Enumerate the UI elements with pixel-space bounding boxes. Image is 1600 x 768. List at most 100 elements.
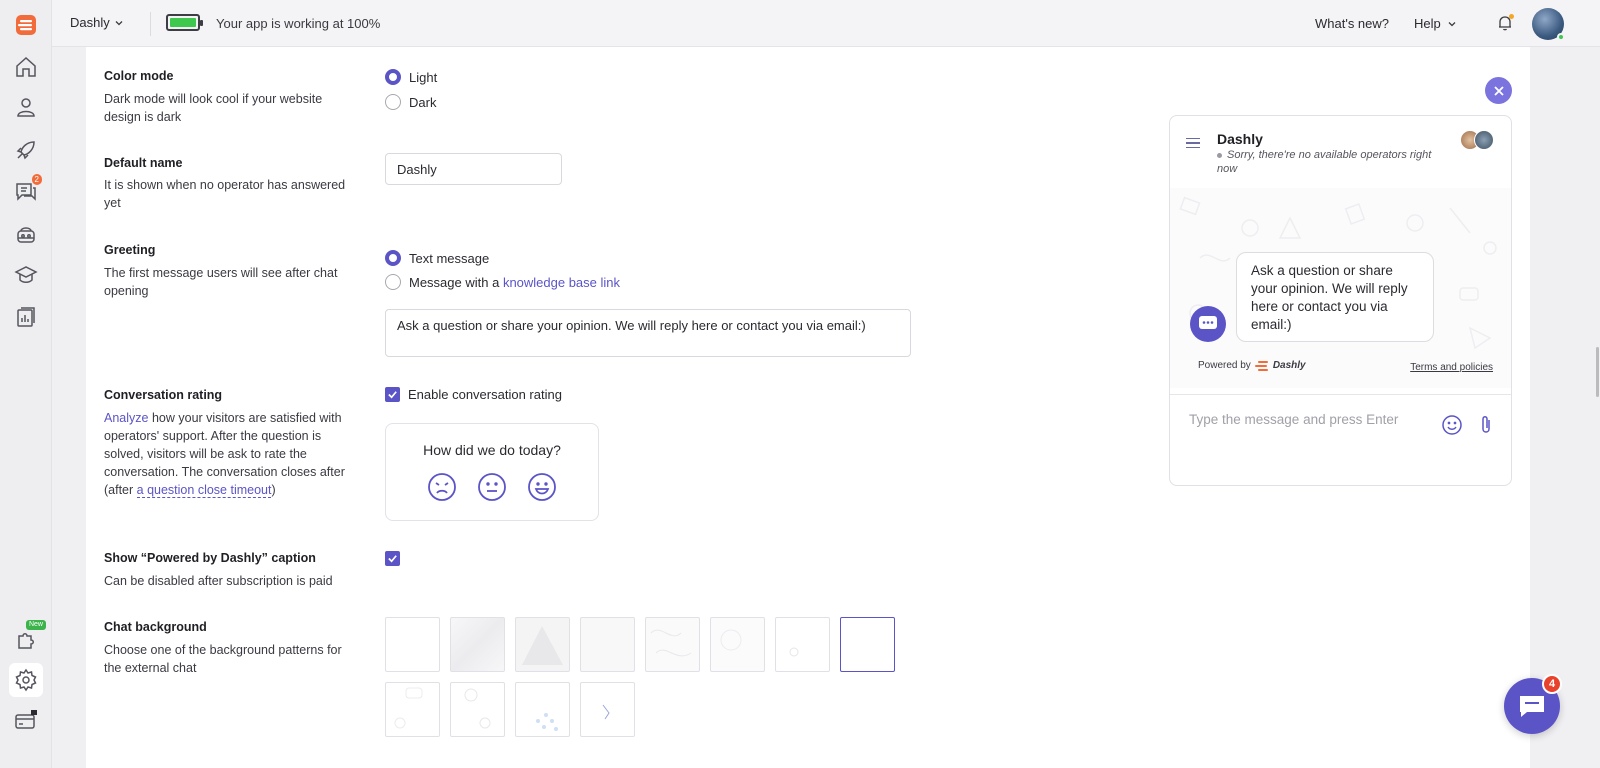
page-scrollbar[interactable] [1530, 47, 1600, 768]
conversations-icon[interactable]: 2 [12, 174, 42, 206]
text-message-label: Text message [409, 250, 490, 266]
greeting-kb-option[interactable]: Message with a knowledge base link [385, 274, 620, 290]
default-name-desc: It is shown when no operator has answere… [104, 178, 346, 210]
divider [150, 12, 151, 36]
user-avatar[interactable] [1532, 8, 1565, 41]
rocket-icon[interactable] [12, 136, 40, 164]
background-tile[interactable] [580, 617, 635, 672]
message-input[interactable]: Type the message and press Enter [1189, 412, 1398, 427]
unread-count-badge: 4 [1542, 674, 1562, 694]
powered-checkbox-row[interactable] [385, 551, 400, 566]
rating-title: Conversation rating [104, 388, 223, 402]
greeting-text-option[interactable]: Text message [385, 250, 489, 266]
radio-unselected[interactable] [385, 274, 401, 290]
chevron-down-icon [115, 20, 123, 25]
conversations-badge: 2 [31, 174, 42, 185]
dashly-logo[interactable] [13, 12, 39, 38]
notifications-bell-icon[interactable] [1496, 14, 1514, 32]
attachment-icon[interactable] [1475, 414, 1497, 436]
background-desc: Choose one of the background patterns fo… [104, 643, 342, 675]
checkbox-checked[interactable] [385, 387, 400, 402]
background-tile[interactable] [710, 617, 765, 672]
background-tile[interactable] [450, 617, 505, 672]
default-name-title: Default name [104, 156, 183, 170]
integrations-icon[interactable]: New [12, 620, 46, 654]
notification-dot [1509, 14, 1514, 19]
radio-unselected[interactable] [385, 94, 401, 110]
powered-desc: Can be disabled after subscription is pa… [104, 574, 333, 588]
radio-selected[interactable] [385, 250, 401, 266]
battery-icon [166, 14, 203, 31]
project-name: Dashly [70, 15, 110, 30]
chat-preview: Dashly Sorry, there're no available oper… [1169, 115, 1512, 486]
academy-icon[interactable] [12, 261, 40, 289]
background-tile[interactable] [515, 682, 570, 737]
analyze-link[interactable]: Analyze [104, 411, 148, 425]
users-icon[interactable] [12, 93, 40, 121]
chat-message-bubble: Ask a question or share your opinion. We… [1236, 252, 1434, 342]
greeting-title: Greeting [104, 243, 156, 257]
new-badge: New [25, 620, 46, 630]
emoji-icon[interactable] [1441, 414, 1463, 436]
background-tile[interactable] [645, 617, 700, 672]
bot-icon[interactable] [12, 220, 40, 248]
menu-icon[interactable] [1186, 138, 1200, 148]
kb-option-label: Message with a knowledge base link [409, 274, 621, 290]
close-preview-button[interactable] [1485, 77, 1512, 104]
knowledge-base-link[interactable]: knowledge base link [503, 275, 620, 290]
color-mode-title: Color mode [104, 69, 174, 83]
left-sidebar: 2 New [0, 0, 52, 768]
reports-icon[interactable] [12, 303, 40, 331]
dashly-logo-icon [1254, 360, 1268, 371]
enable-rating-label: Enable conversation rating [408, 387, 562, 402]
chat-header: Dashly Sorry, there're no available oper… [1170, 116, 1511, 188]
greeting-message-textarea[interactable]: Ask a question or share your opinion. We… [385, 309, 911, 357]
checkbox-checked[interactable] [385, 551, 400, 566]
background-tile-selected[interactable] [840, 617, 895, 672]
happy-face-icon [528, 473, 556, 501]
powered-by-caption: Powered by Dashly [1198, 360, 1306, 371]
radio-selected[interactable] [385, 69, 401, 85]
online-indicator [1557, 33, 1565, 41]
background-tile[interactable] [515, 617, 570, 672]
background-tile[interactable] [775, 617, 830, 672]
angry-face-icon [428, 473, 456, 501]
terms-link[interactable]: Terms and policies [1410, 362, 1493, 373]
operator-avatars [1460, 130, 1500, 152]
color-mode-dark-option[interactable]: Dark [385, 94, 436, 110]
close-timeout-link[interactable]: a question close timeout [136, 483, 272, 498]
whats-new-link[interactable]: What's new? [1315, 16, 1389, 31]
powered-title: Show “Powered by Dashly” caption [104, 551, 316, 565]
default-name-input[interactable]: Dashly [385, 153, 562, 185]
rating-preview-card: How did we do today? [385, 423, 599, 521]
background-tile[interactable] [385, 682, 440, 737]
greeting-desc: The first message users will see after c… [104, 266, 338, 298]
background-tile[interactable] [580, 682, 635, 737]
dark-label: Dark [409, 94, 437, 110]
chat-bot-icon [1190, 306, 1226, 342]
settings-icon[interactable] [9, 663, 43, 697]
top-bar: Dashly Your app is working at 100% What'… [52, 0, 1600, 47]
chat-launcher-button[interactable]: 4 [1504, 674, 1562, 734]
light-label: Light [409, 69, 438, 85]
chevron-down-icon [1448, 21, 1456, 26]
rating-faces [386, 472, 598, 502]
chat-bubble-icon [1520, 696, 1544, 717]
chat-divider [1170, 394, 1511, 395]
project-switcher[interactable]: Dashly [70, 15, 124, 30]
color-mode-light-option[interactable]: Light [385, 69, 437, 85]
settings-content: Color mode Dark mode will look cool if y… [86, 47, 1530, 768]
background-title: Chat background [104, 620, 207, 634]
neutral-face-icon [478, 473, 506, 501]
background-tile[interactable] [385, 617, 440, 672]
background-tile[interactable] [450, 682, 505, 737]
help-menu[interactable]: Help [1414, 16, 1457, 31]
operator-avatar [1474, 130, 1494, 150]
home-icon[interactable] [12, 53, 40, 81]
billing-icon[interactable] [12, 706, 40, 734]
chat-status: Sorry, there're no available operators r… [1217, 149, 1432, 175]
enable-rating-checkbox-row[interactable]: Enable conversation rating [385, 387, 562, 402]
scrollbar-thumb[interactable] [1596, 347, 1599, 397]
color-mode-desc: Dark mode will look cool if your website… [104, 92, 323, 124]
rating-desc: Analyze how your visitors are satisfied … [104, 411, 345, 498]
